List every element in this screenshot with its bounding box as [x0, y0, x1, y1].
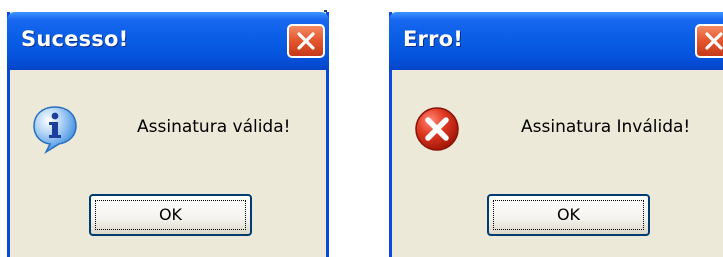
- success-dialog: Sucesso! Assinatura válida! OK: [7, 12, 329, 257]
- title-bar[interactable]: Erro!: [389, 12, 723, 70]
- ok-button-label: OK: [158, 205, 183, 224]
- close-icon: [705, 32, 723, 50]
- ok-button[interactable]: OK: [89, 194, 252, 236]
- close-button[interactable]: [695, 24, 723, 58]
- ok-button-label: OK: [556, 205, 581, 224]
- dialog-title: Erro!: [403, 27, 464, 51]
- title-bar[interactable]: Sucesso!: [7, 12, 329, 70]
- error-icon: [415, 107, 459, 151]
- close-icon: [297, 32, 315, 50]
- ok-button[interactable]: OK: [487, 194, 650, 236]
- dialog-message: Assinatura válida!: [137, 117, 291, 137]
- dialog-title: Sucesso!: [21, 27, 129, 51]
- error-dialog: Erro! Assinatura Inválida! OK: [389, 12, 723, 257]
- dialog-message: Assinatura Inválida!: [521, 117, 691, 137]
- close-button[interactable]: [287, 24, 325, 58]
- info-icon: [33, 106, 77, 154]
